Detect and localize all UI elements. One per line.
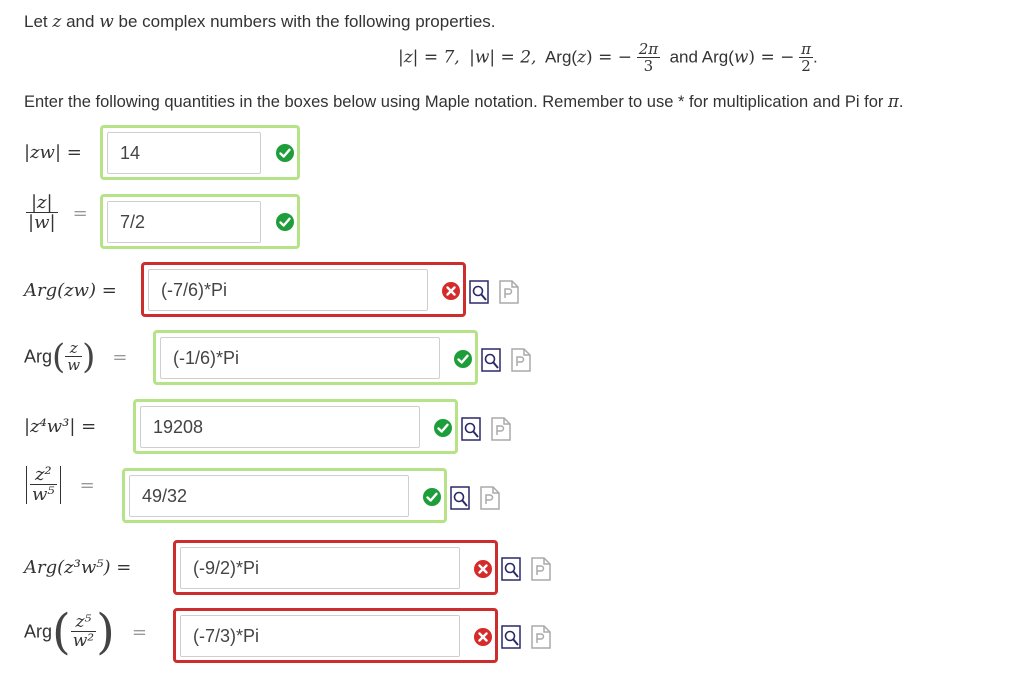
properties-period: . — [812, 47, 818, 67]
row2-label: |z| |w| = — [26, 194, 88, 232]
row4-num: z — [69, 339, 78, 357]
row3-label: Arg(zw) = — [24, 280, 117, 301]
correct-check-icon — [423, 488, 441, 506]
preview-document-icon[interactable] — [469, 280, 489, 304]
row7-label: Arg(z³w⁵) = — [24, 557, 132, 578]
preview-document-icon[interactable] — [461, 417, 481, 441]
properties-and: and — [669, 47, 698, 67]
row4-label: Arg( z w ) = — [24, 337, 128, 377]
arg-z-den: 3 — [636, 57, 661, 74]
preview-document-icon[interactable] — [450, 486, 470, 510]
row4-answer-input[interactable] — [160, 337, 440, 379]
row6-fraction: z² w⁵ — [30, 466, 57, 504]
preview-document-icon[interactable] — [501, 625, 521, 649]
arg-z-label: Arg( — [544, 47, 578, 67]
row6-den: w⁵ — [30, 484, 57, 505]
instructions-end: . — [898, 93, 904, 111]
row8-num: z⁵ — [75, 612, 92, 632]
plot-document-icon[interactable] — [499, 280, 519, 304]
instructions-pi: π — [888, 92, 899, 111]
abs-w-value: |w| = 2, — [469, 47, 537, 68]
row2-eq: = — [72, 202, 88, 224]
arg-z-eq: ) = − — [586, 47, 632, 68]
plot-document-icon[interactable] — [480, 486, 500, 510]
intro-suffix: be complex numbers with the following pr… — [118, 12, 496, 31]
plot-document-icon[interactable] — [531, 625, 551, 649]
row7-answer-input[interactable] — [180, 547, 460, 589]
incorrect-x-icon — [474, 628, 492, 646]
row6-eq: = — [79, 474, 95, 496]
row4-prefix: Arg — [24, 346, 53, 367]
row2-num: |z| — [30, 192, 53, 213]
abs-z-value: |z| = 7, — [398, 47, 460, 68]
arg-w-label: Arg( — [701, 47, 734, 67]
arg-w-eq: ) = − — [748, 47, 795, 68]
row6-num: z² — [34, 464, 52, 485]
arg-z-fraction: 2π 3 — [636, 40, 661, 74]
instructions-text: Enter the following quantities in the bo… — [24, 92, 903, 112]
arg-z-var: z — [577, 47, 587, 68]
row5-answer-input[interactable] — [140, 406, 420, 448]
row2-den: |w| — [26, 212, 58, 233]
row4-den: w — [65, 356, 83, 374]
row2-answer-box — [100, 194, 300, 249]
incorrect-x-icon — [442, 282, 460, 300]
row1-answer-input[interactable] — [107, 132, 261, 174]
row2-answer-input[interactable] — [107, 201, 261, 243]
row8-answer-box — [173, 608, 498, 663]
row8-fraction: z⁵ w² — [70, 612, 97, 651]
correct-check-icon — [276, 213, 294, 231]
row8-prefix: Arg — [24, 621, 53, 642]
instructions-body: Enter the following quantities in the bo… — [24, 93, 884, 111]
row2-fraction: |z| |w| — [26, 194, 58, 232]
row7-answer-box — [173, 540, 498, 595]
row5-answer-box — [133, 399, 458, 454]
arg-w-den: 2 — [799, 57, 813, 74]
intro-prefix: Let — [24, 12, 48, 31]
row8-answer-input[interactable] — [180, 615, 460, 657]
correct-check-icon — [454, 350, 472, 368]
row3-answer-input[interactable] — [148, 269, 428, 311]
intro-var-w: w — [99, 12, 114, 32]
row8-eq: = — [131, 621, 147, 643]
arg-w-num: π — [801, 40, 811, 58]
row8-label: Arg( z⁵ w² ) = — [24, 604, 147, 660]
row3-answer-box — [141, 262, 466, 317]
intro-text: Let z and w be complex numbers with the … — [24, 12, 496, 32]
row4-fraction: z w — [65, 339, 83, 374]
incorrect-x-icon — [474, 560, 492, 578]
row6-label: z² w⁵ = — [26, 466, 95, 504]
properties-line: |z| = 7, |w| = 2, Arg(z) = − 2π 3 and Ar… — [398, 42, 818, 74]
arg-w-var: w — [733, 47, 749, 68]
arg-z-num: 2π — [638, 40, 659, 58]
preview-document-icon[interactable] — [481, 348, 501, 372]
row1-label: |zw| = — [24, 142, 82, 163]
arg-w-fraction: π 2 — [799, 42, 813, 74]
correct-check-icon — [434, 419, 452, 437]
row4-answer-box — [153, 330, 478, 385]
row6-answer-box — [122, 468, 447, 523]
row4-eq: = — [112, 346, 128, 368]
intro-and: and — [66, 12, 95, 31]
plot-document-icon[interactable] — [491, 417, 511, 441]
row8-den: w² — [70, 631, 97, 651]
row1-answer-box — [100, 125, 300, 180]
plot-document-icon[interactable] — [511, 348, 531, 372]
intro-var-z: z — [52, 12, 62, 32]
row6-answer-input[interactable] — [129, 475, 409, 517]
correct-check-icon — [276, 144, 294, 162]
plot-document-icon[interactable] — [531, 557, 551, 581]
row5-label: |z⁴w³| = — [24, 416, 97, 437]
preview-document-icon[interactable] — [501, 557, 521, 581]
